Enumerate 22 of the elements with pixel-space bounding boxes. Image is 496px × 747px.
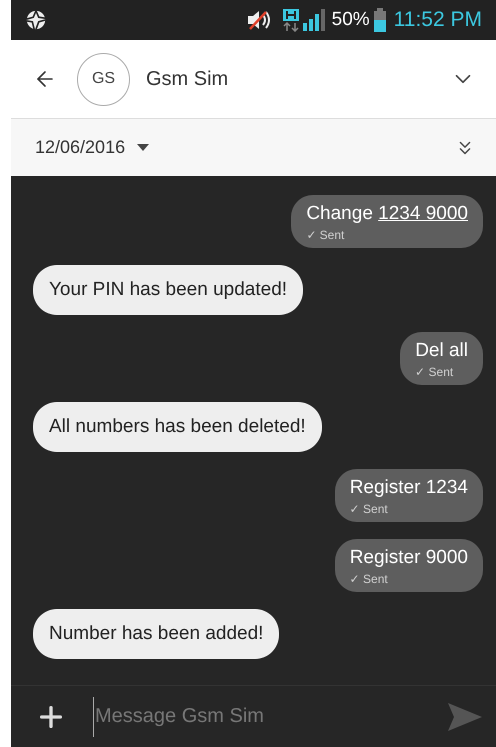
date-selector[interactable]: 12/06/2016 bbox=[35, 134, 150, 161]
message-text: Your PIN has been updated! bbox=[49, 279, 288, 300]
message-text: All numbers has been deleted! bbox=[49, 416, 306, 437]
clock: 11:52 PM bbox=[394, 7, 482, 34]
message-text: Register 9000 bbox=[350, 546, 468, 570]
network-type-icon bbox=[282, 8, 300, 32]
sent-status: ✓ Sent bbox=[415, 364, 454, 380]
number-link[interactable]: 1234 9000 bbox=[378, 203, 468, 224]
message-text: Number has been added! bbox=[49, 623, 264, 644]
sent-status: ✓ Sent bbox=[350, 571, 389, 587]
sent-status: ✓ Sent bbox=[306, 227, 346, 243]
avatar-initials: GS bbox=[92, 69, 116, 89]
aperture-icon bbox=[25, 9, 47, 31]
message-text: Change 1234 9000 bbox=[306, 202, 468, 226]
contact-name: Gsm Sim bbox=[146, 67, 228, 92]
battery-icon bbox=[374, 8, 386, 32]
dropdown-triangle-icon bbox=[137, 144, 150, 151]
message-text: Register 1234 bbox=[350, 476, 468, 500]
signal-icon bbox=[302, 9, 326, 31]
sent-status: ✓ Sent bbox=[350, 501, 389, 517]
message-text: Del all bbox=[415, 339, 468, 363]
battery-percent: 50% bbox=[332, 8, 370, 32]
